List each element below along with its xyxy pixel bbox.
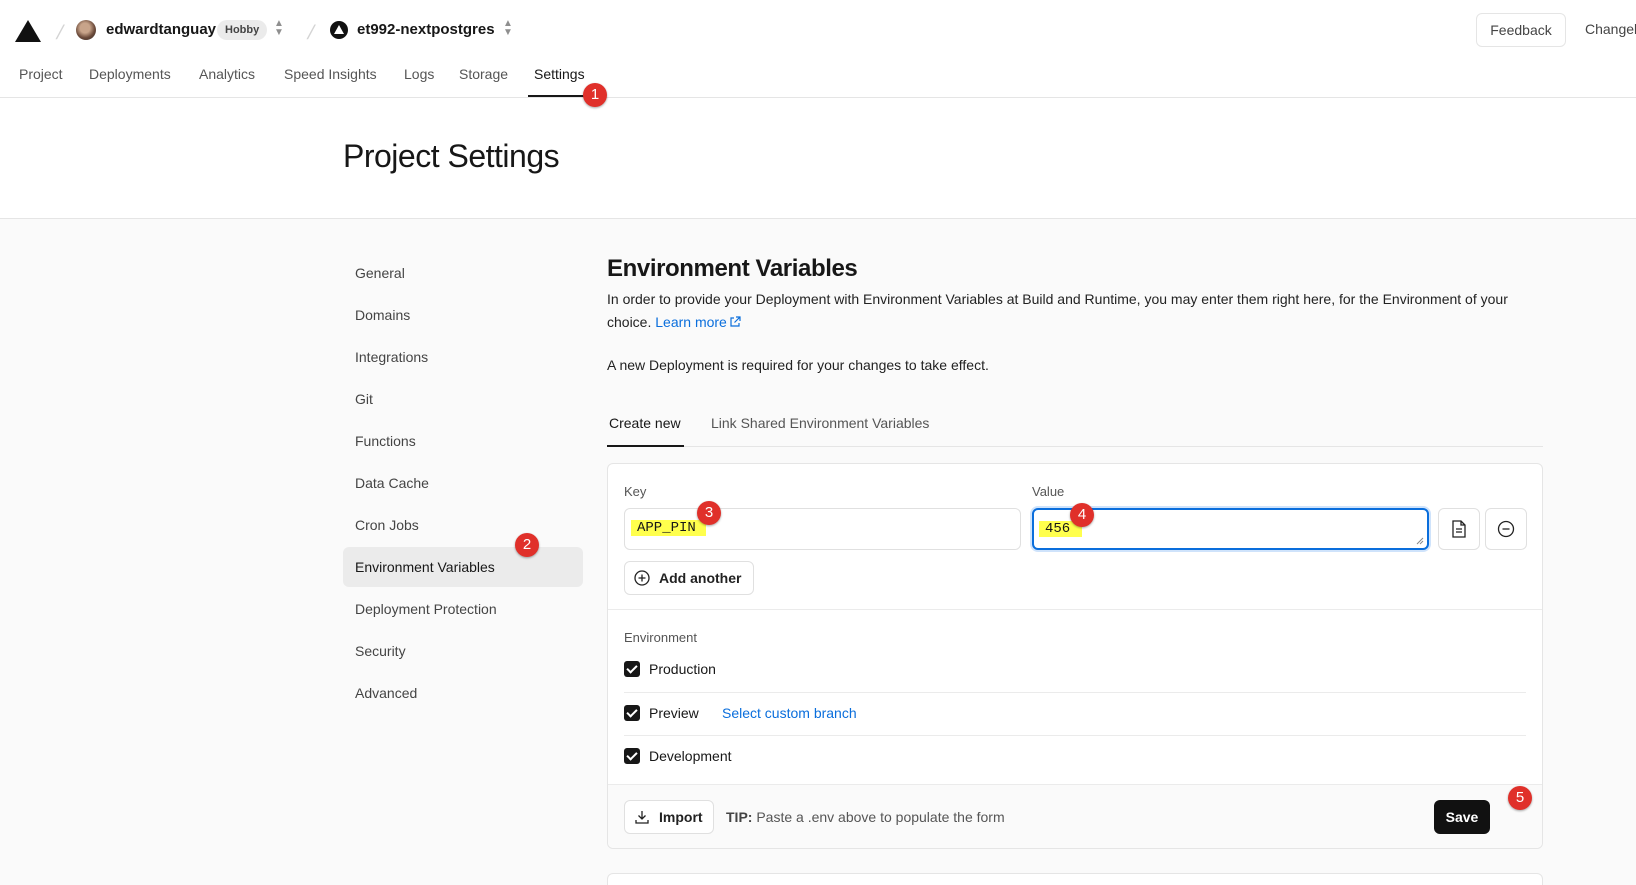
sidebar-item-functions[interactable]: Functions [343, 421, 583, 461]
nav-tab-deployments[interactable]: Deployments [89, 66, 171, 82]
preview-checkbox[interactable] [624, 705, 640, 721]
select-custom-branch-link[interactable]: Select custom branch [722, 705, 857, 721]
nav-active-underline [528, 95, 586, 97]
breadcrumb-divider: / [54, 22, 66, 44]
top-bar: / edwardtanguay Hobby ▲ ▼ / et992-nextpos… [0, 0, 1636, 98]
step-marker-3: 3 [697, 501, 721, 525]
form-footer: Import TIP: Paste a .env above to popula… [608, 784, 1542, 848]
step-marker-5: 5 [1508, 786, 1532, 810]
development-label: Development [649, 748, 732, 764]
save-button[interactable]: Save [1434, 800, 1490, 834]
breadcrumb-divider: / [305, 22, 317, 44]
add-another-label: Add another [659, 570, 742, 586]
avatar[interactable] [76, 20, 96, 40]
sidebar-item-advanced[interactable]: Advanced [343, 673, 583, 713]
title-band: Project Settings [0, 98, 1636, 219]
external-link-icon [730, 316, 741, 327]
key-label: Key [624, 484, 647, 499]
file-note-button[interactable] [1438, 508, 1480, 550]
vercel-logo-icon[interactable] [15, 20, 41, 42]
download-icon [635, 811, 649, 824]
card-divider [608, 609, 1542, 610]
section-description: In order to provide your Deployment with… [607, 288, 1547, 334]
description-text: In order to provide your Deployment with… [607, 291, 1508, 330]
sidebar-item-environment-variables[interactable]: Environment Variables [343, 547, 583, 587]
step-marker-4: 4 [1070, 503, 1094, 527]
tab-active-underline [607, 445, 684, 447]
tabs-divider [607, 446, 1543, 447]
environment-label: Environment [624, 630, 697, 645]
nav-tab-analytics[interactable]: Analytics [199, 66, 255, 82]
plus-circle-icon [634, 570, 650, 586]
feedback-button[interactable]: Feedback [1476, 13, 1566, 47]
sidebar-item-integrations[interactable]: Integrations [343, 337, 583, 377]
section-title: Environment Variables [607, 255, 858, 282]
sidebar-item-git[interactable]: Git [343, 379, 583, 419]
nav-tab-project[interactable]: Project [19, 66, 63, 82]
project-switcher-chevron-icon[interactable]: ▲ ▼ [502, 19, 514, 41]
tip-prefix: TIP: [726, 809, 753, 825]
remove-row-button[interactable] [1485, 508, 1527, 550]
plan-badge: Hobby [217, 20, 268, 40]
add-another-button[interactable]: Add another [624, 561, 754, 595]
sidebar-item-domains[interactable]: Domains [343, 295, 583, 335]
import-label: Import [659, 809, 703, 825]
tip-message: Paste a .env above to populate the form [756, 809, 1005, 825]
key-input[interactable]: APP_PIN [624, 508, 1021, 550]
value-label: Value [1032, 484, 1065, 499]
team-switcher-chevron-icon[interactable]: ▲ ▼ [273, 19, 285, 41]
preview-label: Preview [649, 705, 699, 721]
env-vars-list-card [607, 873, 1543, 885]
production-checkbox[interactable] [624, 661, 640, 677]
page-title: Project Settings [343, 138, 560, 174]
sidebar-item-deployment-protection[interactable]: Deployment Protection [343, 589, 583, 629]
row-divider [624, 735, 1526, 736]
key-input-value: APP_PIN [631, 520, 706, 536]
minus-circle-icon [1497, 520, 1515, 538]
tab-link-shared[interactable]: Link Shared Environment Variables [711, 415, 929, 431]
nav-tab-logs[interactable]: Logs [404, 66, 434, 82]
project-logo-icon [330, 21, 348, 39]
import-button[interactable]: Import [624, 800, 714, 834]
project-name[interactable]: et992-nextpostgres [357, 21, 495, 38]
resize-handle-icon[interactable] [1414, 535, 1424, 545]
production-label: Production [649, 661, 716, 677]
sidebar-item-cron-jobs[interactable]: Cron Jobs [343, 505, 583, 545]
sidebar-item-security[interactable]: Security [343, 631, 583, 671]
sidebar-item-general[interactable]: General [343, 253, 583, 293]
step-marker-2: 2 [515, 533, 539, 557]
team-name[interactable]: edwardtanguay [106, 21, 216, 38]
step-marker-1: 1 [583, 83, 607, 107]
tab-create-new[interactable]: Create new [609, 415, 681, 431]
row-divider [624, 692, 1526, 693]
learn-more-label: Learn more [655, 314, 727, 330]
learn-more-link[interactable]: Learn more [655, 314, 741, 330]
development-checkbox[interactable] [624, 748, 640, 764]
tip-text: TIP: Paste a .env above to populate the … [726, 809, 1005, 825]
nav-tab-speed-insights[interactable]: Speed Insights [284, 66, 377, 82]
nav-tab-storage[interactable]: Storage [459, 66, 508, 82]
sidebar-item-data-cache[interactable]: Data Cache [343, 463, 583, 503]
changelog-link[interactable]: Changelog [1585, 21, 1636, 37]
file-icon [1452, 520, 1466, 538]
nav-tab-settings[interactable]: Settings [534, 66, 585, 82]
deployment-note: A new Deployment is required for your ch… [607, 357, 989, 373]
